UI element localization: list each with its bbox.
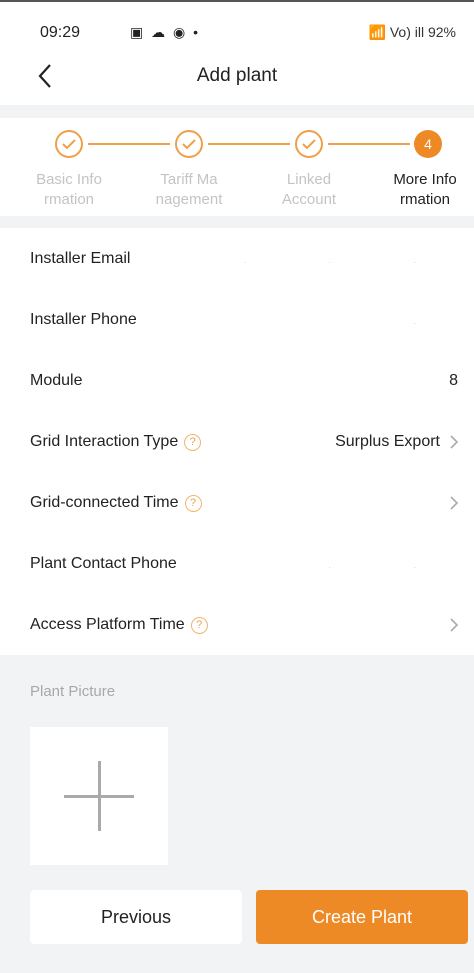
installer-phone-row[interactable]: Installer Phone · xyxy=(0,289,474,350)
access-platform-time-text: Access Platform Time xyxy=(30,616,185,633)
plus-icon-vertical xyxy=(98,761,101,831)
step-1-label-line2: rmation xyxy=(43,191,95,208)
module-value[interactable]: 8 xyxy=(449,372,458,390)
step-4-number: 4 xyxy=(414,130,442,158)
nav-bar: Add plant xyxy=(0,55,474,105)
step-3-label-line2: Account xyxy=(281,191,337,208)
add-picture-button[interactable] xyxy=(30,727,168,865)
chevron-right-icon[interactable] xyxy=(448,433,460,451)
help-icon[interactable]: ? xyxy=(184,495,202,512)
step-3-label-line1: Linked xyxy=(286,171,332,188)
chevron-right-icon[interactable] xyxy=(448,494,460,512)
grid-interaction-type-row[interactable]: Grid Interaction Type? Surplus Export xyxy=(0,411,474,472)
help-icon[interactable]: ? xyxy=(184,434,202,451)
access-platform-time-label: Access Platform Time? xyxy=(30,616,208,634)
step-label-more-info: More Info rmation xyxy=(380,170,470,210)
plant-picture-label: Plant Picture xyxy=(30,683,116,700)
page-title: Add plant xyxy=(196,65,278,86)
grid-interaction-type-text: Grid Interaction Type xyxy=(30,433,179,450)
chevron-right-icon[interactable] xyxy=(448,616,460,634)
plant-contact-phone-row[interactable]: Plant Contact Phone · · xyxy=(0,533,474,594)
notification-icon-group: ▣ ☁ ◉ • xyxy=(130,24,201,40)
module-row[interactable]: Module 8 xyxy=(0,350,474,411)
grid-connected-time-text: Grid-connected Time xyxy=(30,494,179,511)
status-time: 09:29 xyxy=(40,24,81,41)
help-icon[interactable]: ? xyxy=(190,617,208,634)
stepper: 4 Basic Info rmation Tariff Ma nagement … xyxy=(0,118,474,216)
step-1-label-line1: Basic Info xyxy=(36,171,102,188)
installer-phone-label: Installer Phone xyxy=(30,311,137,328)
step-1-check-icon xyxy=(55,130,83,158)
step-2-label-line2: nagement xyxy=(155,191,223,208)
step-2-check-icon xyxy=(175,130,203,158)
plant-contact-phone-label: Plant Contact Phone xyxy=(30,555,177,572)
step-label-linked-account: Linked Account xyxy=(264,170,354,210)
grid-interaction-type-value[interactable]: Surplus Export xyxy=(335,433,440,451)
step-4-label-line2: rmation xyxy=(399,191,451,208)
installer-phone-field[interactable]: · xyxy=(413,319,456,328)
grid-interaction-type-label: Grid Interaction Type? xyxy=(30,433,202,451)
step-3-check-icon xyxy=(295,130,323,158)
previous-button[interactable]: Previous xyxy=(30,890,242,944)
step-connector xyxy=(328,143,410,145)
step-label-basic-info: Basic Info rmation xyxy=(24,170,114,210)
installer-email-row[interactable]: Installer Email · · · xyxy=(0,228,474,289)
plant-contact-phone-field[interactable]: · · xyxy=(328,563,456,572)
notification-icons: ▣ ☁ ◉ • xyxy=(90,24,200,41)
status-bar: 09:29 ▣ ☁ ◉ • 📶 Vo) ill 92% xyxy=(0,0,474,55)
module-label: Module xyxy=(30,372,83,389)
create-plant-button[interactable]: Create Plant xyxy=(256,890,468,944)
status-right-icons: 📶 Vo) ill 92% xyxy=(368,24,456,40)
step-4-label-line1: More Info xyxy=(393,171,457,188)
step-connector xyxy=(88,143,170,145)
access-platform-time-row[interactable]: Access Platform Time? xyxy=(0,594,474,655)
grid-connected-time-label: Grid-connected Time? xyxy=(30,494,202,512)
grid-connected-time-row[interactable]: Grid-connected Time? xyxy=(0,472,474,533)
step-2-label-line1: Tariff Ma xyxy=(160,171,218,188)
installer-email-label: Installer Email xyxy=(30,250,131,267)
installer-email-field[interactable]: · · · xyxy=(244,258,456,267)
step-connector xyxy=(208,143,290,145)
more-info-form: Installer Email · · · Installer Phone · … xyxy=(0,228,474,655)
step-label-tariff: Tariff Ma nagement xyxy=(144,170,234,210)
